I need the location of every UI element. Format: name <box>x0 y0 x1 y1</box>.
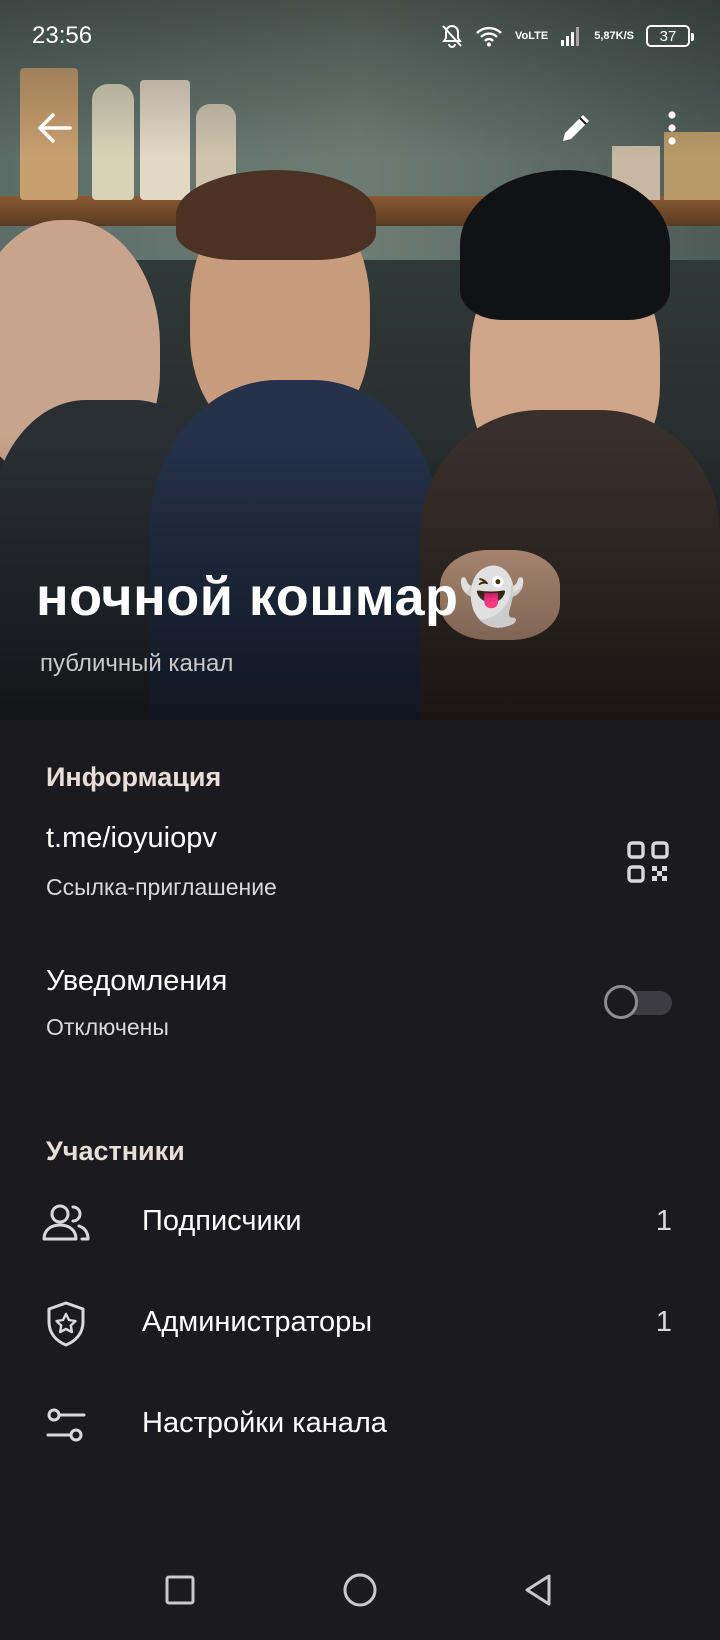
signal-icon <box>560 26 582 46</box>
qr-code-button[interactable] <box>626 840 670 884</box>
speed-unit: K/S <box>615 30 634 42</box>
sliders-icon <box>40 1399 92 1451</box>
channel-settings-label: Настройки канала <box>142 1407 387 1439</box>
invite-link[interactable]: t.me/ioyuiopv <box>46 822 217 855</box>
subscribers-label: Подписчики <box>142 1205 302 1237</box>
home-button[interactable] <box>332 1562 388 1618</box>
toggle-knob <box>604 985 638 1019</box>
recents-square-icon <box>165 1575 195 1605</box>
back-button[interactable] <box>26 100 82 156</box>
status-bar: 23:56 Vo LTE 5,87 K/S 37 <box>0 0 720 72</box>
subscribers-row[interactable]: Подписчики 1 <box>0 1177 720 1267</box>
battery-icon: 37 <box>646 25 694 47</box>
admin-shield-icon <box>40 1298 92 1350</box>
edit-button[interactable] <box>548 100 604 156</box>
notifications-title: Уведомления <box>46 965 228 997</box>
status-time: 23:56 <box>32 22 93 49</box>
pencil-icon <box>563 115 589 141</box>
volte-indicator: Vo LTE <box>515 29 549 42</box>
volte-top: Vo <box>515 29 529 42</box>
recents-button[interactable] <box>152 1562 208 1618</box>
more-options-button[interactable] <box>644 100 700 156</box>
back-arrow-icon <box>38 113 72 143</box>
channel-settings-row[interactable]: Настройки канала <box>0 1379 720 1469</box>
channel-name: ночной кошмар👻 <box>36 567 527 627</box>
notifications-off-icon <box>441 24 463 48</box>
administrators-count: 1 <box>655 1306 672 1338</box>
notifications-state: Отключены <box>46 1014 169 1040</box>
administrators-label: Администраторы <box>142 1306 373 1338</box>
network-speed: 5,87 K/S <box>594 30 634 42</box>
system-navigation-bar <box>0 1540 720 1640</box>
back-triangle-icon <box>525 1574 551 1606</box>
battery-level: 37 <box>659 27 677 45</box>
info-section-title: Информация <box>46 762 222 792</box>
home-circle-icon <box>343 1573 377 1607</box>
invite-link-label: Ссылка-приглашение <box>46 874 277 900</box>
qr-code-icon <box>627 841 669 883</box>
people-icon <box>40 1197 92 1249</box>
back-nav-button[interactable] <box>510 1562 566 1618</box>
volte-bottom: LTE <box>528 29 549 42</box>
members-section-title: Участники <box>46 1136 185 1166</box>
administrators-row[interactable]: Администраторы 1 <box>0 1278 720 1368</box>
speed-value: 5,87 <box>594 30 616 42</box>
wifi-icon <box>475 25 503 47</box>
status-icons: Vo LTE 5,87 K/S 37 <box>441 18 694 54</box>
more-vertical-icon <box>668 111 676 145</box>
subscribers-count: 1 <box>655 1205 672 1237</box>
notifications-toggle[interactable] <box>604 985 672 1019</box>
channel-type: публичный канал <box>40 650 234 677</box>
